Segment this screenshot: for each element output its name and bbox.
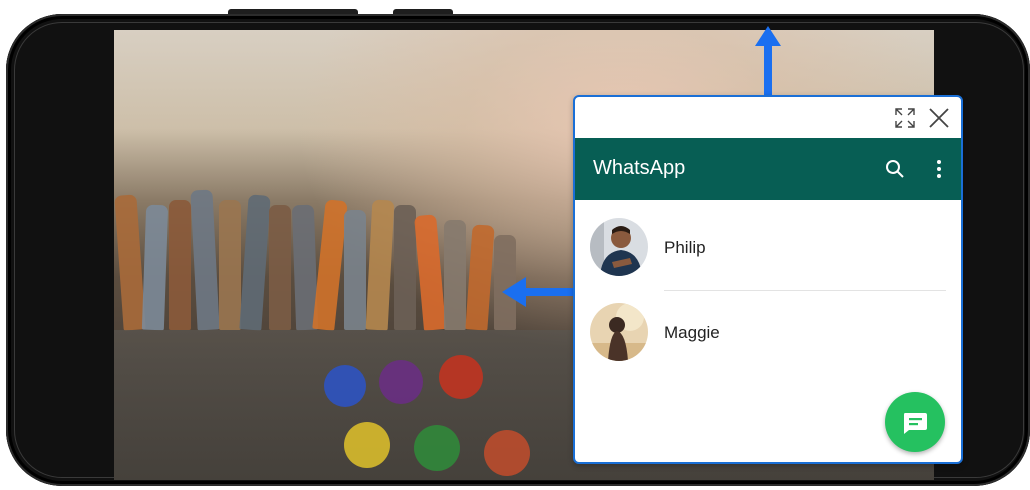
crayon: [344, 210, 366, 330]
search-icon[interactable]: [883, 157, 907, 181]
crayon: [444, 220, 466, 330]
expand-icon[interactable]: [893, 106, 917, 130]
contact-name: Maggie: [664, 323, 720, 342]
whatsapp-popup-window[interactable]: WhatsApp Philip Maggie: [573, 95, 963, 464]
new-chat-button[interactable]: [885, 392, 945, 452]
color-dot: [414, 425, 460, 471]
app-title: WhatsApp: [593, 157, 686, 179]
color-dot: [484, 430, 530, 476]
crayon: [394, 205, 416, 330]
crayon: [312, 199, 348, 331]
chat-item[interactable]: Philip: [575, 206, 961, 290]
color-dot: [439, 355, 483, 399]
crayon: [465, 224, 495, 331]
crayon: [190, 189, 220, 331]
color-dot: [344, 422, 390, 468]
color-dot: [379, 360, 423, 404]
crayon: [365, 199, 395, 331]
app-toolbar: WhatsApp: [575, 138, 961, 200]
crayon: [141, 204, 169, 331]
chat-item[interactable]: Maggie: [575, 291, 961, 375]
avatar[interactable]: [590, 303, 648, 361]
more-vert-icon[interactable]: [927, 157, 951, 181]
crayon: [269, 205, 291, 330]
crayon: [219, 200, 241, 330]
crayon: [169, 200, 191, 330]
contact-name: Philip: [664, 238, 706, 257]
color-dot: [324, 365, 366, 407]
crayon: [114, 194, 146, 331]
crayon: [414, 214, 446, 331]
window-title-bar: [575, 97, 961, 138]
avatar[interactable]: [590, 218, 648, 276]
new-message-icon: [904, 413, 927, 434]
close-icon[interactable]: [927, 106, 951, 130]
crayon: [239, 194, 271, 331]
